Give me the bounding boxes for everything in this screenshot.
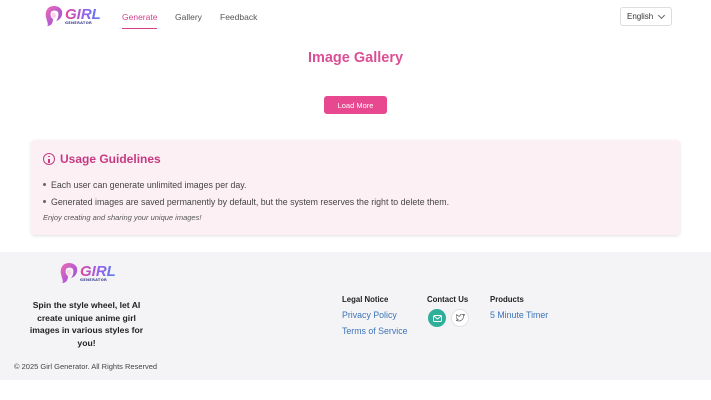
chevron-down-icon [657, 11, 666, 20]
footer-logo[interactable]: GIRL GENERATOR [59, 262, 116, 284]
twitter-icon [455, 314, 465, 322]
legal-notice-heading: Legal Notice [342, 295, 389, 304]
logo-subtitle: GENERATOR [65, 20, 93, 25]
guidelines-title: Usage Guidelines [60, 152, 161, 166]
nav-gallery-label: Gallery [175, 12, 202, 22]
mail-icon [432, 314, 442, 322]
guidelines-note: Enjoy creating and sharing your unique i… [43, 213, 202, 222]
language-value: English [627, 12, 654, 21]
contact-us-heading: Contact Us [427, 295, 469, 304]
terms-of-service-link[interactable]: Terms of Service [342, 326, 408, 336]
active-tab-indicator [122, 28, 158, 30]
logo-wordmark: GIRL [65, 5, 101, 23]
girl-head-icon [59, 262, 79, 284]
guidelines-list: Each user can generate unlimited images … [43, 176, 449, 210]
privacy-policy-link[interactable]: Privacy Policy [342, 310, 397, 320]
guideline-text: Each user can generate unlimited images … [51, 179, 247, 190]
email-contact-button[interactable] [428, 309, 446, 327]
list-item: Generated images are saved permanently b… [43, 193, 449, 210]
nav-feedback[interactable]: Feedback [220, 12, 257, 22]
footer: GIRL GENERATOR Spin the style wheel, let… [0, 252, 711, 380]
guidelines-header: Usage Guidelines [43, 152, 161, 166]
logo-subtitle: GENERATOR [80, 277, 108, 282]
bullet-icon [43, 200, 46, 203]
products-heading: Products [490, 295, 524, 304]
five-minute-timer-link[interactable]: 5 Minute Timer [490, 310, 548, 320]
nav-generate-label: Generate [122, 12, 158, 22]
header-logo[interactable]: GIRL GENERATOR [44, 5, 101, 27]
usage-guidelines-card: Usage Guidelines Each user can generate … [31, 140, 680, 235]
top-header: GIRL GENERATOR Generate Gallery Feedback… [0, 0, 711, 34]
logo-wordmark: GIRL [80, 262, 116, 280]
info-icon [43, 153, 55, 165]
language-select[interactable]: English [620, 7, 672, 26]
nav-feedback-label: Feedback [220, 12, 258, 22]
bullet-icon [43, 183, 46, 186]
guideline-text: Generated images are saved permanently b… [51, 196, 450, 207]
footer-tagline: Spin the style wheel, let AI create uniq… [29, 300, 144, 348]
copyright-text: © 2025 Girl Generator. All Rights Reserv… [14, 362, 158, 371]
page-title: Image Gallery [307, 50, 404, 66]
load-more-button[interactable]: Load More [324, 96, 387, 114]
nav-generate[interactable]: Generate [122, 12, 158, 30]
list-item: Each user can generate unlimited images … [43, 176, 449, 193]
girl-head-icon [44, 5, 64, 27]
nav-gallery[interactable]: Gallery [175, 12, 202, 22]
twitter-contact-button[interactable] [451, 309, 469, 327]
